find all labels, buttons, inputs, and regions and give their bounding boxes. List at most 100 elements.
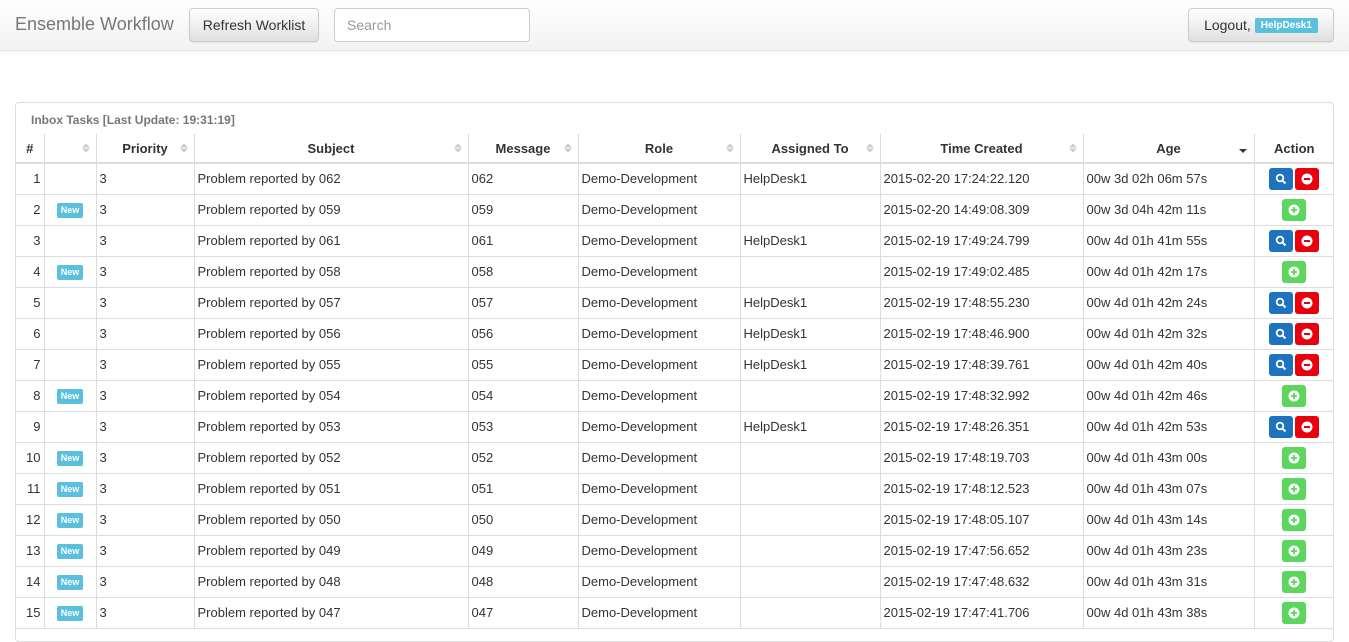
time-created-cell: 2015-02-19 17:48:32.992 <box>879 379 1084 412</box>
header-col-subject[interactable]: Subject <box>193 134 469 164</box>
subject-cell: Problem reported by 049 <box>193 534 469 567</box>
sort-descending-icon <box>1238 149 1247 153</box>
message-cell: 053 <box>467 410 579 443</box>
subject-cell: Problem reported by 052 <box>193 441 469 474</box>
subject-cell: Problem reported by 058 <box>193 255 469 288</box>
age-cell: 00w 4d 01h 42m 32s <box>1082 317 1255 350</box>
message-cell: 047 <box>467 596 579 629</box>
table-row[interactable]: 10 New 3 Problem reported by 052 052 Demo-Dev… <box>16 441 1334 474</box>
table-row[interactable]: 13 New 3 Problem reported by 049 049 Demo-Dev… <box>16 534 1334 567</box>
app-brand[interactable]: Ensemble Workflow <box>15 14 174 35</box>
release-task-button[interactable] <box>1295 167 1320 190</box>
claim-task-button[interactable] <box>1282 508 1307 531</box>
subject-cell: Problem reported by 061 <box>193 224 469 257</box>
view-task-button[interactable] <box>1269 322 1294 345</box>
release-task-button[interactable] <box>1295 322 1320 345</box>
table-row[interactable]: 8 New 3 Problem reported by 054 054 Demo-Deve… <box>16 379 1334 412</box>
claim-task-button[interactable] <box>1282 570 1307 593</box>
header-label: Age <box>1156 140 1181 156</box>
header-col-priority[interactable]: Priority <box>95 134 195 164</box>
action-cell <box>1253 534 1334 567</box>
view-task-button[interactable] <box>1269 353 1294 376</box>
header-col-number: # <box>16 134 45 164</box>
claim-task-button[interactable] <box>1282 539 1307 562</box>
priority-cell: 3 <box>95 410 195 443</box>
table-row[interactable]: 6 3 Problem reported by 056 056 Demo-Develop… <box>16 317 1334 350</box>
release-task-button[interactable] <box>1295 415 1320 438</box>
username-badge: HelpDesk1 <box>1254 17 1318 33</box>
time-created-cell: 2015-02-19 17:47:41.706 <box>879 596 1084 629</box>
table-row[interactable]: 11 New 3 Problem reported by 051 051 Demo-Dev… <box>16 472 1334 505</box>
header-col-role[interactable]: Role <box>577 134 741 164</box>
priority-cell: 3 <box>95 441 195 474</box>
table-row[interactable]: 2 New 3 Problem reported by 059 059 Demo-Deve… <box>16 193 1334 226</box>
header-col-age[interactable]: Age <box>1082 134 1255 164</box>
table-body: 1 3 Problem reported by 062 062 Demo-Develop… <box>16 162 1334 629</box>
priority-cell: 3 <box>95 193 195 226</box>
release-task-button[interactable] <box>1295 229 1320 252</box>
row-number: 1 <box>16 162 45 195</box>
view-task-button[interactable] <box>1269 229 1294 252</box>
logout-label: Logout, <box>1204 17 1251 33</box>
age-cell: 00w 4d 01h 42m 53s <box>1082 410 1255 443</box>
table-row[interactable]: 3 3 Problem reported by 061 061 Demo-Develop… <box>16 224 1334 257</box>
claim-task-button[interactable] <box>1282 477 1307 500</box>
table-row[interactable]: 15 New 3 Problem reported by 047 047 Demo-Dev… <box>16 596 1334 629</box>
priority-cell: 3 <box>95 317 195 350</box>
age-cell: 00w 4d 01h 42m 24s <box>1082 286 1255 319</box>
table-row[interactable]: 12 New 3 Problem reported by 050 050 Demo-Dev… <box>16 503 1334 536</box>
age-cell: 00w 3d 04h 42m 11s <box>1082 193 1255 226</box>
release-task-button[interactable] <box>1295 291 1320 314</box>
time-created-cell: 2015-02-19 17:48:26.351 <box>879 410 1084 443</box>
status-cell <box>43 410 97 443</box>
claim-task-button[interactable] <box>1282 198 1307 221</box>
status-cell: New <box>43 193 97 226</box>
search-input[interactable] <box>334 8 530 42</box>
action-cell <box>1253 286 1334 319</box>
view-task-button[interactable] <box>1269 415 1294 438</box>
header-col-assigned-to[interactable]: Assigned To <box>739 134 881 164</box>
table-row[interactable]: 14 New 3 Problem reported by 048 048 Demo-Dev… <box>16 565 1334 598</box>
status-cell: New <box>43 565 97 598</box>
priority-cell: 3 <box>95 348 195 381</box>
assigned-to-cell <box>739 596 881 629</box>
subject-cell: Problem reported by 056 <box>193 317 469 350</box>
status-cell: New <box>43 472 97 505</box>
role-cell: Demo-Development <box>577 441 741 474</box>
claim-task-button[interactable] <box>1282 601 1307 624</box>
row-number: 12 <box>16 503 45 536</box>
table-row[interactable]: 4 New 3 Problem reported by 058 058 Demo-Deve… <box>16 255 1334 288</box>
table-row[interactable]: 9 3 Problem reported by 053 053 Demo-Develop… <box>16 410 1334 443</box>
time-created-cell: 2015-02-19 17:48:05.107 <box>879 503 1084 536</box>
status-cell <box>43 348 97 381</box>
priority-cell: 3 <box>95 379 195 412</box>
view-task-button[interactable] <box>1269 167 1294 190</box>
refresh-worklist-button[interactable]: Refresh Worklist <box>189 8 319 42</box>
age-cell: 00w 3d 02h 06m 57s <box>1082 162 1255 195</box>
table-row[interactable]: 5 3 Problem reported by 057 057 Demo-Develop… <box>16 286 1334 319</box>
action-cell <box>1253 472 1334 505</box>
message-cell: 054 <box>467 379 579 412</box>
claim-task-button[interactable] <box>1282 446 1307 469</box>
new-badge: New <box>56 513 84 528</box>
claim-task-button[interactable] <box>1282 260 1307 283</box>
role-cell: Demo-Development <box>577 565 741 598</box>
new-badge: New <box>56 265 84 280</box>
row-number: 8 <box>16 379 45 412</box>
table-row[interactable]: 1 3 Problem reported by 062 062 Demo-Develop… <box>16 162 1334 195</box>
action-cell <box>1253 348 1334 381</box>
row-number: 10 <box>16 441 45 474</box>
logout-button[interactable]: Logout, HelpDesk1 <box>1188 8 1334 42</box>
header-col-message[interactable]: Message <box>467 134 579 164</box>
view-task-button[interactable] <box>1269 291 1294 314</box>
assigned-to-cell <box>739 503 881 536</box>
header-col-time-created[interactable]: Time Created <box>879 134 1084 164</box>
claim-task-button[interactable] <box>1282 384 1307 407</box>
header-col-action: Action <box>1253 134 1334 164</box>
assigned-to-cell <box>739 379 881 412</box>
row-number: 6 <box>16 317 45 350</box>
header-col-status[interactable] <box>43 134 97 164</box>
table-row[interactable]: 7 3 Problem reported by 055 055 Demo-Develop… <box>16 348 1334 381</box>
status-cell <box>43 317 97 350</box>
release-task-button[interactable] <box>1295 353 1320 376</box>
